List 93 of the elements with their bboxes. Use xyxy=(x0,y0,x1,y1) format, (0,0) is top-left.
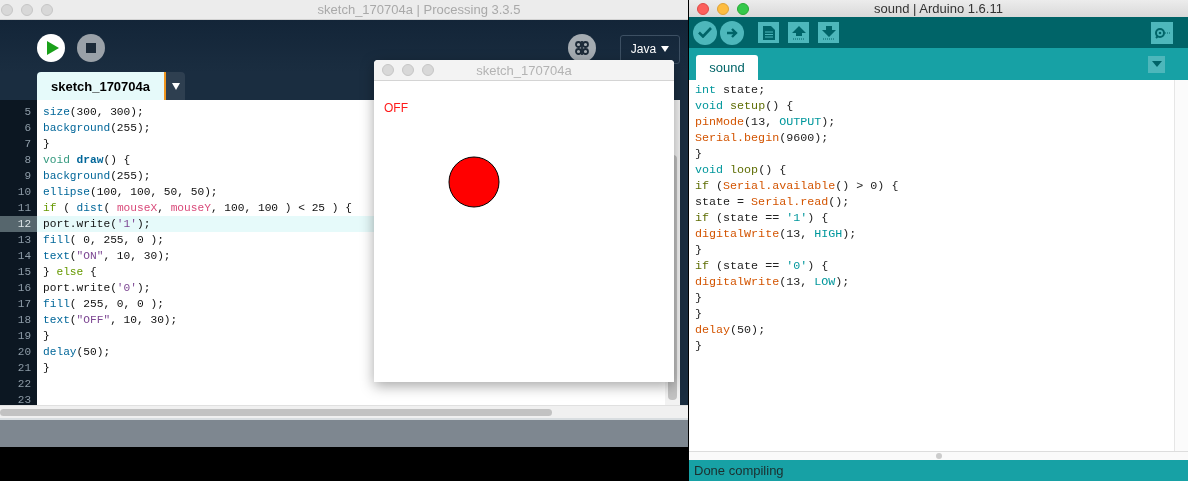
code-line: } xyxy=(42,330,50,342)
code-line: fill( 255, 0, 0 ); xyxy=(42,298,164,310)
arrow-down-icon xyxy=(821,25,836,40)
zoom-button[interactable] xyxy=(422,64,434,76)
scroll-bar[interactable] xyxy=(0,405,688,418)
code-line: void draw() { xyxy=(42,154,131,166)
code-line: } xyxy=(694,147,702,161)
code-line: if (state == '1') { xyxy=(694,211,829,225)
arrow-up-icon xyxy=(791,25,806,40)
line-number: 12 xyxy=(16,218,32,230)
stop-button[interactable] xyxy=(77,34,105,62)
arrow-right-icon xyxy=(726,26,738,39)
new-button[interactable] xyxy=(758,22,779,43)
close-button[interactable] xyxy=(382,64,394,76)
line-number: 23 xyxy=(16,394,32,405)
editor-tab[interactable]: sketch_170704a xyxy=(37,72,166,100)
debug-button[interactable] xyxy=(568,34,596,62)
line-number: 7 xyxy=(23,138,32,150)
line-number: 11 xyxy=(16,202,32,214)
code-line: state = Serial.read(); xyxy=(694,195,850,209)
editor-tab[interactable]: sound xyxy=(696,55,758,80)
code-line: } xyxy=(694,339,702,353)
play-icon xyxy=(46,41,59,55)
code-line: void loop() { xyxy=(694,163,787,177)
code-line: } xyxy=(694,243,702,257)
line-number: 19 xyxy=(16,330,32,342)
tab-menu-button[interactable] xyxy=(166,72,185,100)
document-icon xyxy=(762,25,775,40)
caret-icon xyxy=(1151,61,1162,67)
line-number: 10 xyxy=(16,186,32,198)
line-number: 15 xyxy=(16,266,32,278)
upload-button[interactable] xyxy=(720,20,744,45)
code-line: delay(50); xyxy=(694,323,766,337)
code-line: } else { xyxy=(42,266,97,278)
line-number: 14 xyxy=(16,250,32,262)
magnifier-icon xyxy=(1154,26,1170,39)
code-line: int state; xyxy=(694,83,766,97)
minimize-button[interactable] xyxy=(402,64,414,76)
code-line: void setup() { xyxy=(694,99,794,113)
circle-shape xyxy=(448,156,500,208)
line-number: 9 xyxy=(23,170,32,182)
line-number: 21 xyxy=(16,362,32,374)
code-line: text("OFF", 10, 30); xyxy=(42,314,178,326)
code-line: } xyxy=(42,138,50,150)
code-line: port.write('1'); xyxy=(42,218,151,230)
code-line: Serial.begin(9600); xyxy=(694,131,829,145)
code-line: background(255); xyxy=(42,122,151,134)
code-line: background(255); xyxy=(42,170,151,182)
line-number: 8 xyxy=(23,154,32,166)
open-button[interactable] xyxy=(788,22,809,43)
code-line: size(300, 300); xyxy=(42,106,144,118)
resize-handle[interactable] xyxy=(935,453,942,459)
line-number: 13 xyxy=(16,234,32,246)
status-text: Done compiling xyxy=(694,463,784,478)
line-number: 22 xyxy=(16,378,32,390)
code-line: } xyxy=(694,307,702,321)
scroll-bar[interactable] xyxy=(1174,80,1188,451)
code-line: if (state == '0') { xyxy=(694,259,829,273)
code-line: } xyxy=(42,362,50,374)
code-line: ellipse(100, 100, 50, 50); xyxy=(42,186,218,198)
code-line: pinMode(13, OUTPUT); xyxy=(694,115,836,129)
run-button[interactable] xyxy=(37,34,65,62)
window-title: sound | Arduino 1.6.11 xyxy=(874,1,1003,16)
status-text: OFF xyxy=(384,101,408,115)
verify-button[interactable] xyxy=(693,20,717,45)
window-title: sketch_170704a | Processing 3.3.5 xyxy=(316,2,521,17)
scroll-thumb[interactable] xyxy=(0,409,552,416)
code-line: fill( 0, 255, 0 ); xyxy=(42,234,164,246)
code-line: } xyxy=(694,291,702,305)
line-number: 6 xyxy=(23,122,32,134)
serial-monitor-button[interactable] xyxy=(1151,21,1173,44)
line-number: 18 xyxy=(16,314,32,326)
stop-icon xyxy=(86,43,96,53)
minimize-button[interactable] xyxy=(717,2,729,15)
close-button[interactable] xyxy=(697,2,709,15)
line-number: 5 xyxy=(23,106,32,118)
code-line: if ( dist( mouseX, mouseY, 100, 100 ) < 25 ) { xyxy=(42,202,352,214)
code-line: digitalWrite(13, LOW); xyxy=(694,275,850,289)
code-line: delay(50); xyxy=(42,346,111,358)
butterfly-icon xyxy=(575,40,589,56)
code-line: text("ON", 10, 30); xyxy=(42,250,171,262)
line-number: 17 xyxy=(16,298,32,310)
save-button[interactable] xyxy=(818,22,839,43)
line-number: 16 xyxy=(16,282,32,294)
window-title: sketch_170704a xyxy=(476,62,572,78)
code-line: if (Serial.available() > 0) { xyxy=(694,179,899,193)
caret-icon xyxy=(171,82,180,90)
line-number: 20 xyxy=(16,346,32,358)
zoom-button[interactable] xyxy=(737,2,749,15)
check-icon xyxy=(698,27,712,38)
caret-icon xyxy=(661,46,670,52)
code-line: digitalWrite(13, HIGH); xyxy=(694,227,857,241)
code-line: port.write('0'); xyxy=(42,282,151,294)
